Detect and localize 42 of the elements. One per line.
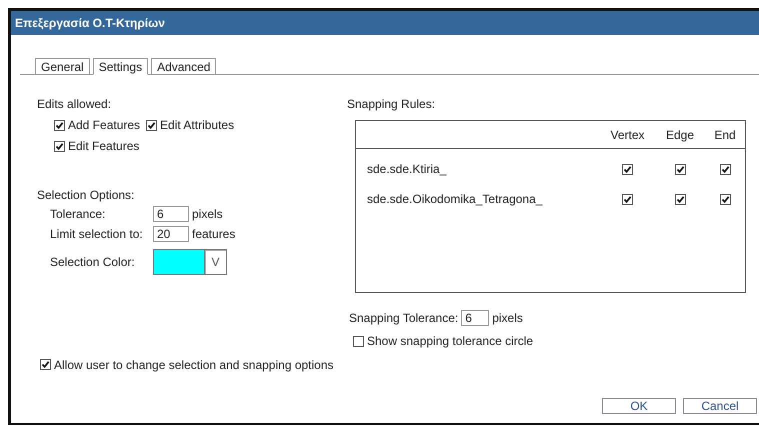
dialog-button[interactable]: OK <box>602 398 676 414</box>
unit-label: pixels <box>492 310 523 326</box>
checkbox-label: Add Features <box>68 118 140 132</box>
field-label: Selection Color: <box>50 254 136 270</box>
tab[interactable]: General <box>35 58 90 74</box>
window-title: Επεξεργασία Ο.Τ-Κτηρίων <box>15 16 165 30</box>
checkbox[interactable] <box>720 194 730 204</box>
unit-label: features <box>192 226 236 242</box>
layer-name: sde.sde.Oikodomika_Tetragona_ <box>367 192 542 206</box>
checkbox[interactable] <box>54 120 65 130</box>
tab[interactable]: Settings <box>92 58 148 75</box>
checkbox-label: Show snapping tolerance circle <box>367 334 534 348</box>
section-label: Selection Options: <box>37 187 136 203</box>
tab[interactable]: Advanced <box>151 58 216 74</box>
column-header: End <box>714 128 736 142</box>
field-label: Limit selection to: <box>50 226 144 242</box>
checkbox[interactable] <box>674 164 686 174</box>
unit-label: pixels <box>192 206 224 222</box>
field-label: Tolerance: <box>50 206 106 222</box>
dialog-button[interactable]: Cancel <box>683 398 757 414</box>
checkbox[interactable] <box>40 359 51 370</box>
input-field[interactable]: 20 <box>153 226 189 242</box>
layer-name: sde.sde.Ktiria_ <box>367 162 446 176</box>
column-header: Edge <box>666 128 694 142</box>
checkbox[interactable] <box>622 164 633 174</box>
checkbox-label: Edit Features <box>68 139 140 153</box>
input-field[interactable]: 6 <box>153 206 189 222</box>
checkbox[interactable] <box>674 194 686 204</box>
checkbox[interactable] <box>720 164 730 174</box>
dropdown-button[interactable]: V <box>205 249 227 275</box>
input-field[interactable]: 6 <box>461 310 490 326</box>
section-label: Snapping Rules: <box>347 96 436 112</box>
column-header: Vertex <box>610 128 645 142</box>
checkbox[interactable] <box>353 336 364 346</box>
checkbox[interactable] <box>622 194 633 204</box>
field-label: Snapping Tolerance: <box>349 310 458 326</box>
checkbox[interactable] <box>54 140 65 152</box>
checkbox-label: Edit Attributes <box>160 118 234 132</box>
section-label: Edits allowed: <box>37 96 112 112</box>
checkbox-label: Allow user to change selection and snapping options <box>54 358 334 372</box>
checkbox[interactable] <box>146 120 158 130</box>
color-swatch[interactable] <box>153 249 205 275</box>
